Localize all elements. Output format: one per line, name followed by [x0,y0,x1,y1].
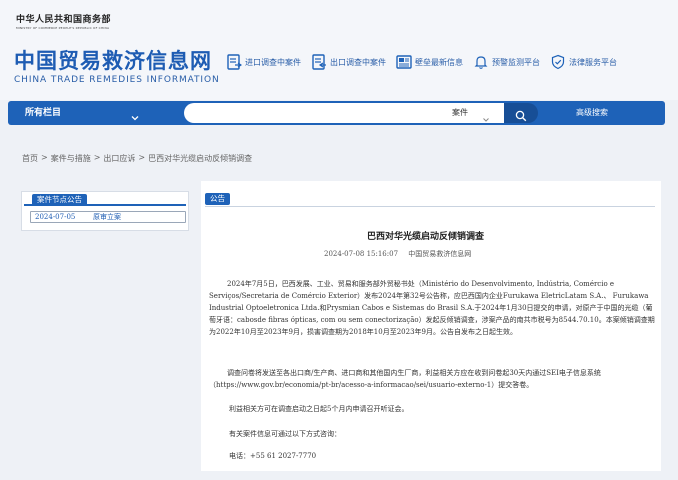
export-case-icon [311,54,327,70]
case-node-tag: 案件节点公告 [32,194,87,206]
chevron-down-icon[interactable] [130,108,140,121]
article-date: 2024-07-08 15:16:07 [324,250,399,258]
breadcrumb-current: 巴西对华光缆启动反倾销调查 [148,154,253,163]
main-navbar: 所有栏目 案件 高级搜索 [8,101,665,125]
breadcrumb-separator: > [138,153,146,162]
search-bar: 案件 [184,103,504,123]
article-paragraph: 调查问卷将发送至各出口商/生产商、进口商和其他国内生厂商，利益相关方应在收到问卷… [209,369,601,389]
article-title: 巴西对华光缆启动反倾销调查 [367,232,485,242]
article-meta: 2024-07-08 15:16:07 中国贸易救济信息网 [324,249,479,259]
breadcrumb-cases[interactable]: 案件与措施 [51,153,91,164]
breadcrumb-export-response[interactable]: 出口应诉 [103,153,135,164]
article-panel: 公告 巴西对华光缆启动反倾销调查 2024-07-08 15:16:07 中国贸… [201,181,661,471]
article-paragraph: 利益相关方可在调查启动之日起5个月内申请召开听证会。 [229,405,409,413]
quick-link-warning-platform[interactable]: 预警监测平台 [473,54,540,70]
barrier-info-icon [396,54,412,70]
search-input[interactable] [196,106,436,120]
article-tag: 公告 [205,193,230,205]
shield-check-icon [550,54,566,70]
quick-link-label: 进口调查中案件 [245,57,301,67]
article-paragraph: 2024年7月5日，巴西发展、工业、贸易和服务部外贸秘书处（Ministério… [209,280,655,336]
site-logo[interactable]: 中国贸易救济信息网 CHINA TRADE REMEDIES INFORMATI… [14,49,220,85]
case-node-item[interactable]: 2024-07-05 原审立案 [30,211,186,223]
quick-links: 进口调查中案件 出口调查中案件 壁垒最新信息 预警监测平台 法律服务平台 [226,54,627,70]
ministry-name-cn: 中华人民共和国商务部 [16,15,112,25]
case-node-date: 2024-07-05 [35,213,76,221]
breadcrumb-separator: > [93,153,101,162]
search-icon [515,107,527,126]
article-source: 中国贸易救济信息网 [408,250,472,258]
quick-link-label: 壁垒最新信息 [415,57,463,67]
case-node-header: 案件节点公告 [24,194,186,206]
site-header: 中华人民共和国商务部 MINISTRY OF COMMERCE PEOPLE'S… [0,0,678,100]
article-paragraph: 有关案件信息可通过以下方式咨询： [229,430,341,438]
article-paragraph: 电话：+55 61 2027-7770 [229,452,317,460]
quick-link-label: 法律服务平台 [569,57,617,67]
article-header: 公告 [205,193,655,207]
bell-icon [473,54,489,70]
quick-link-label: 出口调查中案件 [330,57,386,67]
site-title-cn: 中国贸易救济信息网 [14,49,212,73]
quick-link-import-cases[interactable]: 进口调查中案件 [226,54,301,70]
breadcrumb-separator: > [41,153,48,162]
breadcrumb: 首页 > 案件与措施 > 出口应诉 > 巴西对华光缆启动反倾销调查 [22,153,252,164]
quick-link-export-cases[interactable]: 出口调查中案件 [311,54,386,70]
advanced-search-link[interactable]: 高级搜索 [576,101,608,125]
quick-link-legal-platform[interactable]: 法律服务平台 [550,54,617,70]
case-node-label: 原审立案 [93,213,121,221]
ministry-name-en: MINISTRY OF COMMERCE PEOPLE'S REPUBLIC O… [16,26,110,30]
all-columns-menu[interactable]: 所有栏目 [25,101,61,125]
ministry-logo[interactable]: 中华人民共和国商务部 MINISTRY OF COMMERCE PEOPLE'S… [16,12,111,30]
quick-link-label: 预警监测平台 [492,57,540,67]
search-type-select[interactable]: 案件 [452,103,468,123]
breadcrumb-home[interactable]: 首页 [22,153,38,164]
search-button[interactable] [504,103,538,123]
quick-link-barrier-info[interactable]: 壁垒最新信息 [396,54,463,70]
import-case-icon [226,54,243,70]
site-title-en: CHINA TRADE REMEDIES INFORMATION [14,75,220,85]
chevron-down-icon[interactable] [482,109,490,122]
